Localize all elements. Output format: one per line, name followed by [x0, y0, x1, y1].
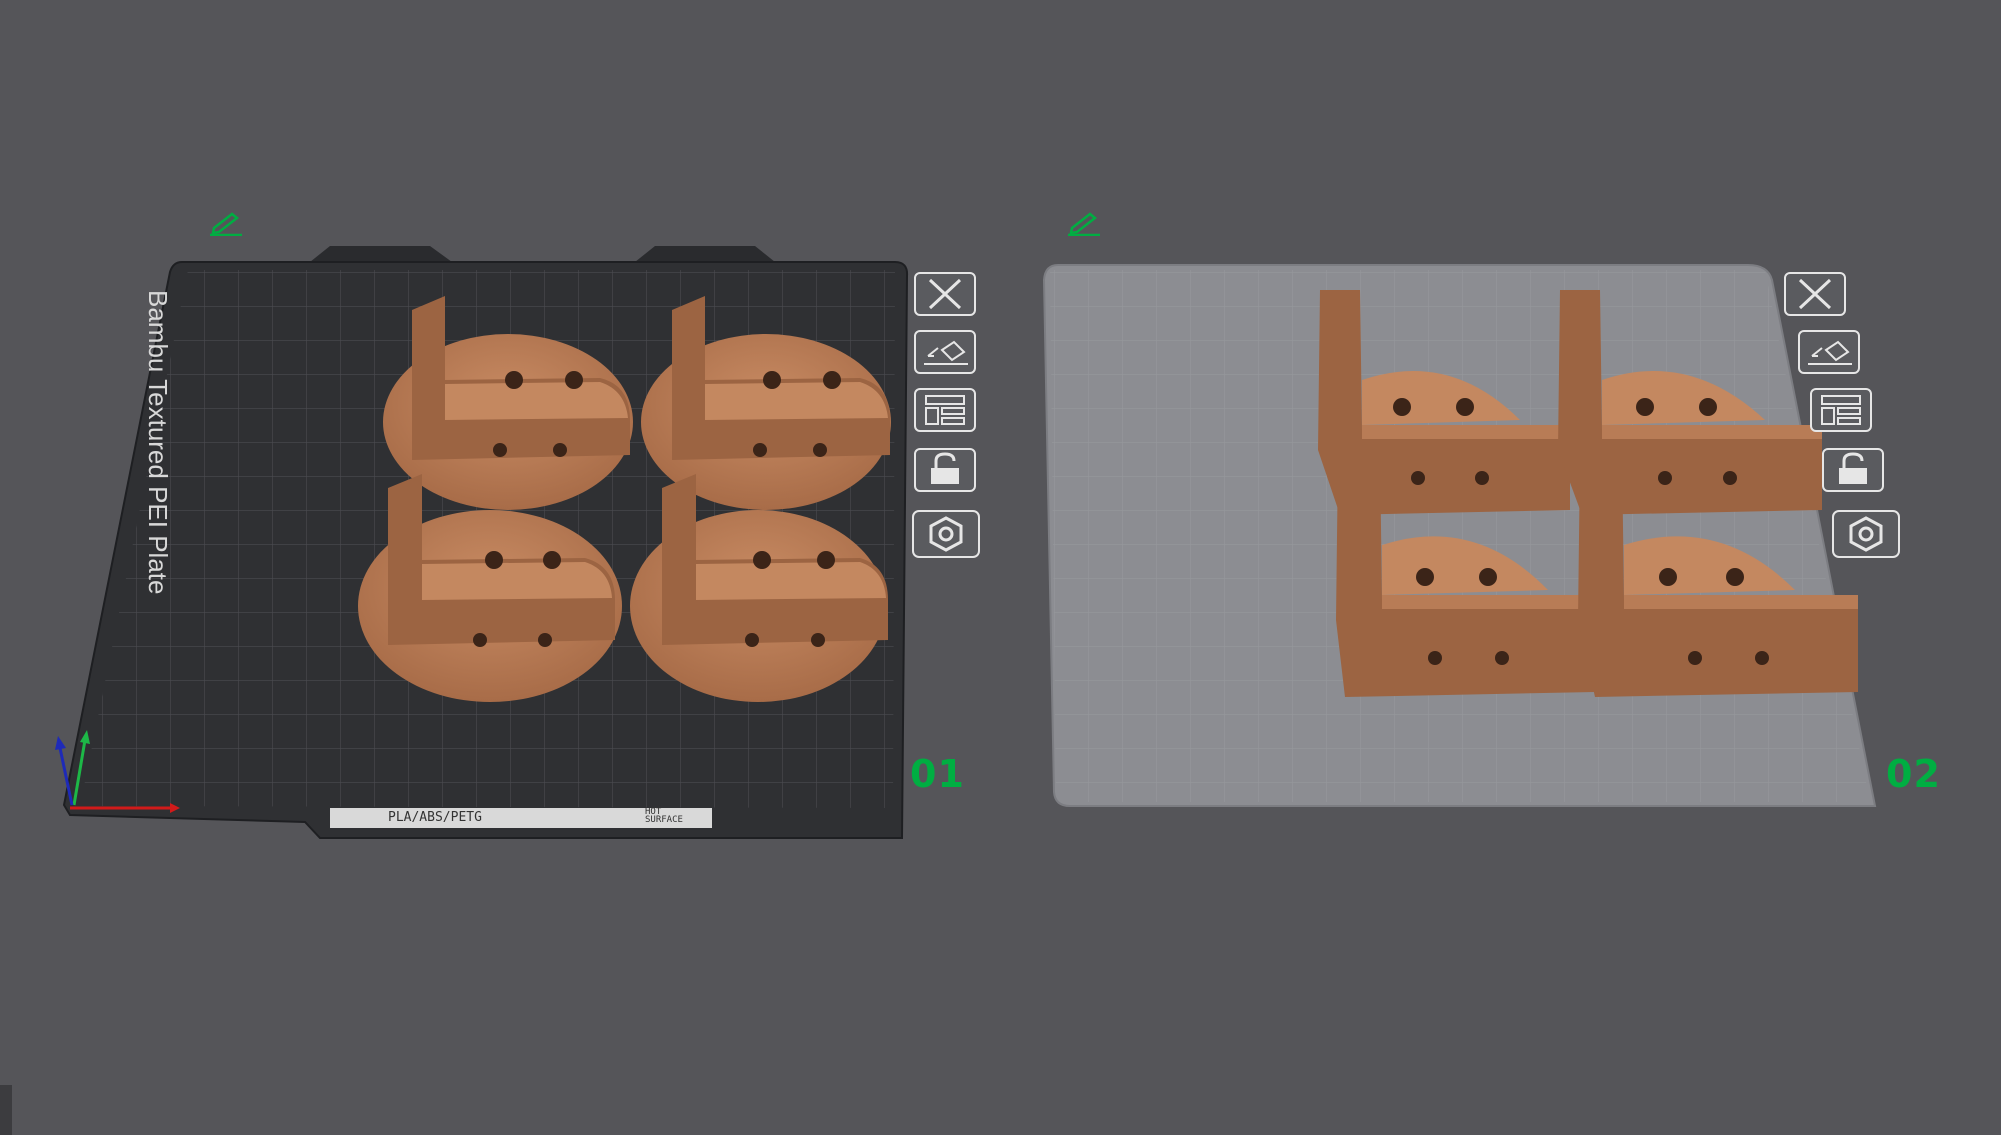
- close-plate-button[interactable]: [1784, 272, 1846, 316]
- plate-strip-warning: HOT SURFACE: [645, 807, 683, 825]
- lock-icon: [1822, 448, 1884, 492]
- close-icon: [1784, 272, 1846, 316]
- lock-button[interactable]: [1822, 448, 1884, 492]
- auto-orient-icon: [914, 330, 976, 374]
- plate-settings-button[interactable]: [912, 510, 980, 558]
- arrange-button[interactable]: [1810, 388, 1872, 432]
- pencil-icon[interactable]: [208, 208, 244, 237]
- plate-settings-button[interactable]: [1832, 510, 1900, 558]
- plate-strip-material: PLA/ABS/PETG: [388, 810, 482, 825]
- settings-icon: [1832, 510, 1900, 558]
- arrange-button[interactable]: [914, 388, 976, 432]
- auto-orient-button[interactable]: [914, 330, 976, 374]
- viewport-3d[interactable]: [0, 0, 2001, 1135]
- auto-orient-icon: [1798, 330, 1860, 374]
- plate-02[interactable]: [1042, 264, 1877, 807]
- close-icon: [914, 272, 976, 316]
- lock-button[interactable]: [914, 448, 976, 492]
- lock-icon: [914, 448, 976, 492]
- plate-surface-name: Bambu Textured PEI Plate: [143, 290, 173, 595]
- arrange-icon: [914, 388, 976, 432]
- settings-icon: [912, 510, 980, 558]
- plate-number: 01: [910, 752, 965, 796]
- pencil-icon[interactable]: [1066, 208, 1102, 237]
- arrange-icon: [1810, 388, 1872, 432]
- plate-number: 02: [1886, 752, 1941, 796]
- close-plate-button[interactable]: [914, 272, 976, 316]
- window-edge: [0, 1085, 12, 1135]
- auto-orient-button[interactable]: [1798, 330, 1860, 374]
